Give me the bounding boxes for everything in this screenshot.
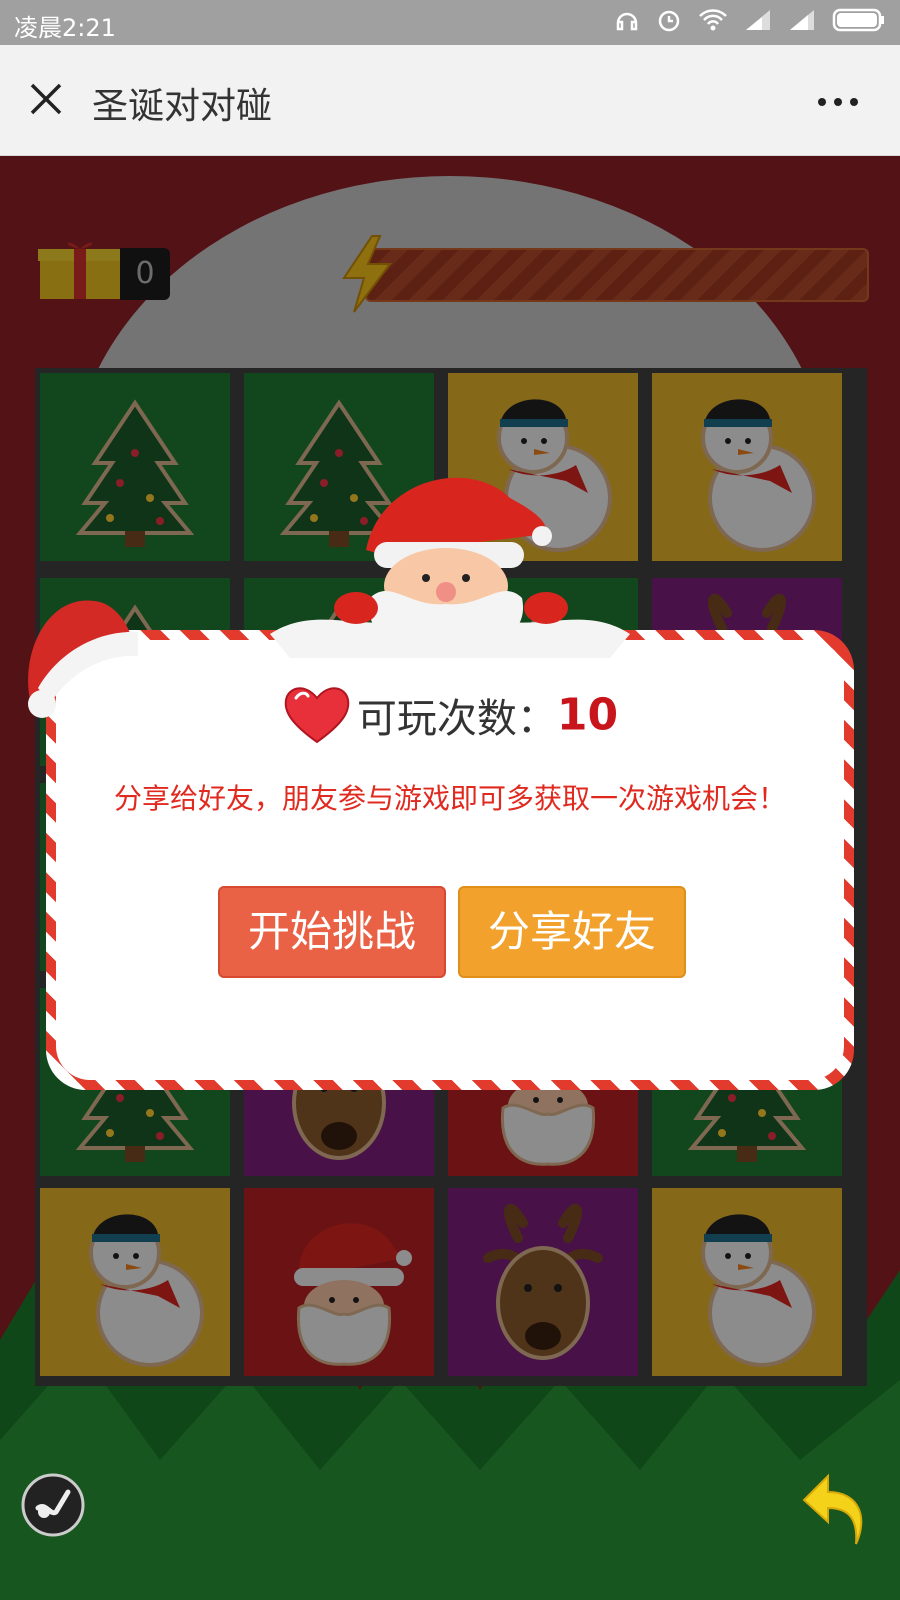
back-arrow-icon[interactable] [800, 1470, 870, 1550]
play-count-label: 可玩次数： [356, 696, 557, 742]
play-count-row: 可玩次数：10 [0, 684, 900, 744]
status-bar: 凌晨2:21 [0, 0, 900, 45]
signal-icon [744, 8, 772, 38]
music-toggle-button[interactable] [20, 1472, 86, 1538]
wifi-icon [698, 7, 728, 39]
page-title: 圣诞对对碰 [92, 86, 273, 127]
battery-icon [832, 7, 886, 39]
more-icon[interactable] [816, 93, 860, 106]
signal-icon-2 [788, 8, 816, 38]
start-challenge-button[interactable]: 开始挑战 [218, 886, 446, 978]
play-count-value: 10 [556, 689, 619, 741]
share-hint-text: 分享给好友，朋友参与游戏即可多获取一次游戏机会！ [113, 782, 786, 815]
close-icon[interactable] [26, 79, 66, 119]
alarm-icon [656, 7, 682, 39]
heart-icon [284, 687, 350, 744]
share-friends-button[interactable]: 分享好友 [458, 886, 686, 978]
status-icons [614, 8, 886, 38]
headphones-icon [614, 7, 640, 39]
santa-character [270, 477, 630, 658]
status-time: 凌晨2:21 [14, 14, 116, 42]
nav-bar: 圣诞对对碰 [0, 45, 900, 156]
